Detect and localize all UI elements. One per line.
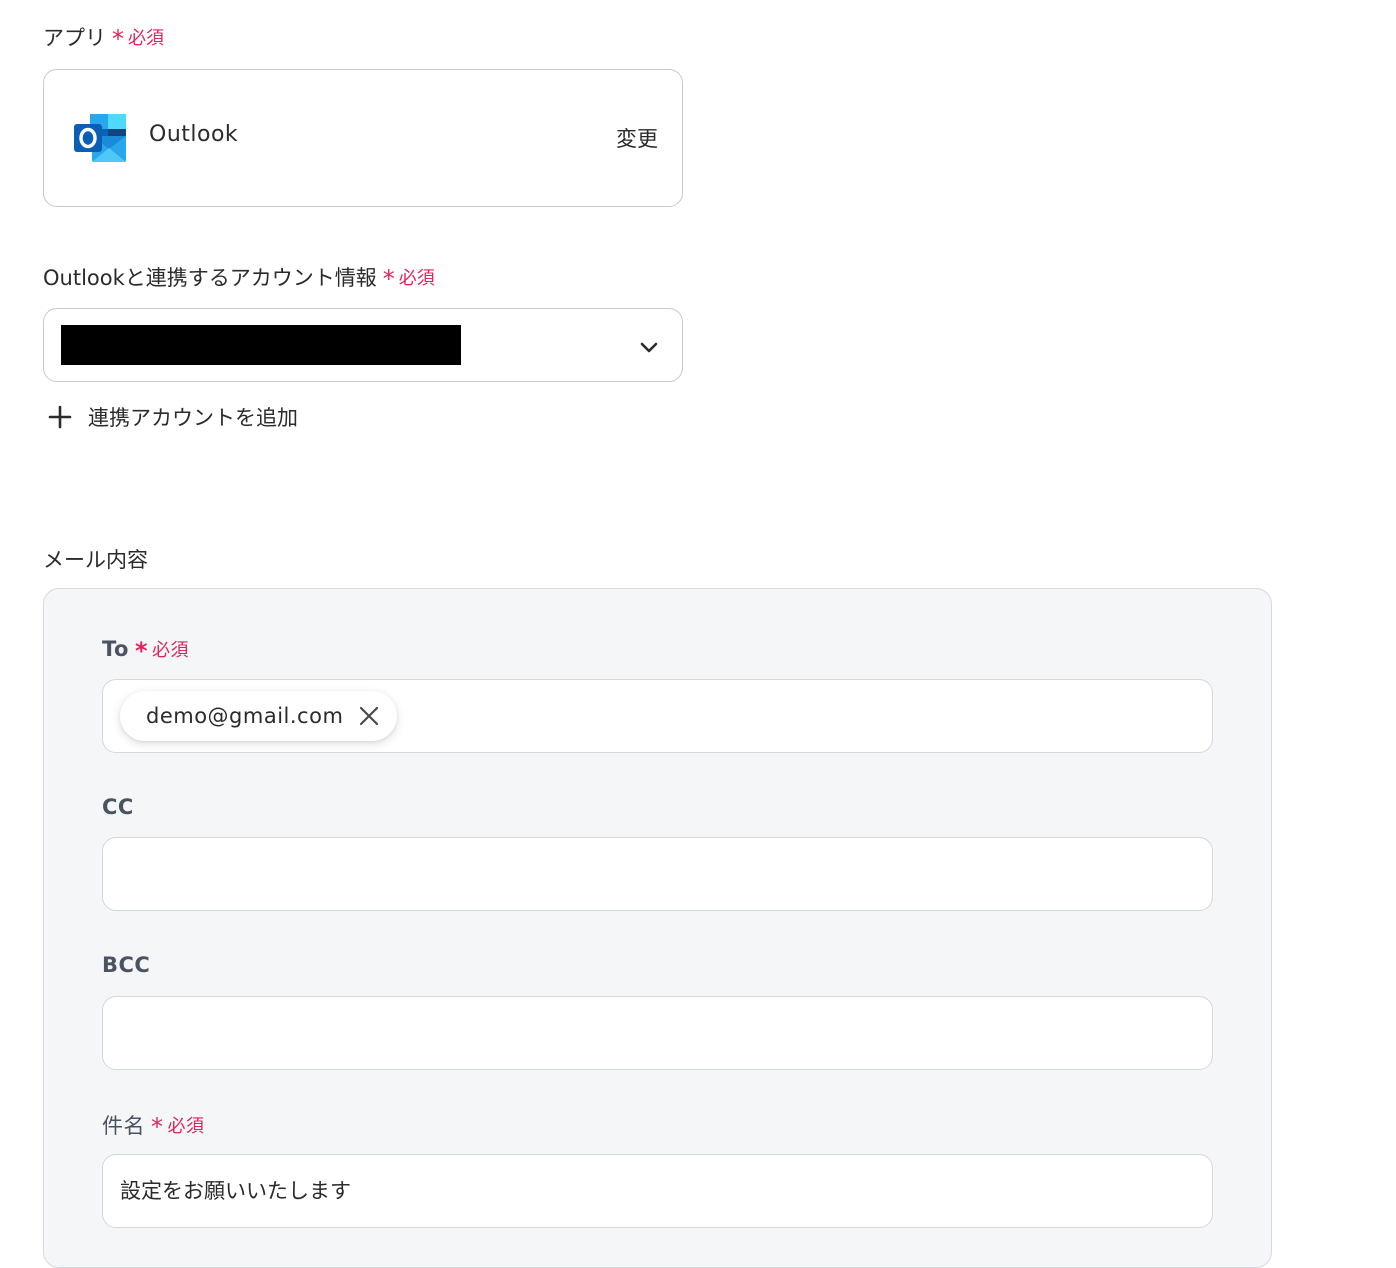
required-star: * (151, 1113, 164, 1141)
change-app-button[interactable]: 変更 (616, 123, 658, 153)
required-text: 必須 (152, 640, 190, 661)
required-star: * (382, 265, 395, 293)
app-card: Outlook 変更 (43, 69, 683, 207)
bcc-label: BCC (102, 953, 150, 977)
bcc-label-text: BCC (102, 953, 151, 977)
app-name: Outlook (149, 122, 239, 147)
app-label: アプリ * 必須 (43, 22, 164, 52)
outlook-icon (74, 112, 128, 164)
subject-label: 件名 * 必須 (102, 1110, 205, 1140)
email-chip-text: demo@gmail.com (146, 704, 344, 728)
subject-input[interactable]: 設定をお願いいたします (102, 1154, 1213, 1228)
add-account-button[interactable]: 連携アカウントを追加 (46, 402, 298, 432)
cc-label-text: CC (102, 795, 134, 819)
to-input[interactable]: demo@gmail.com (102, 679, 1213, 753)
account-select[interactable] (43, 308, 683, 382)
plus-icon (46, 403, 74, 431)
subject-value: 設定をお願いいたします (120, 1179, 351, 1203)
required-text: 必須 (398, 268, 435, 289)
mail-section-title: メール内容 (43, 544, 148, 574)
close-icon[interactable] (357, 704, 381, 728)
bcc-input[interactable] (102, 996, 1213, 1070)
mail-panel: To * 必須 demo@gmail.com CC BCC 件名 * 必須 設定… (43, 588, 1272, 1268)
to-label-text: To (102, 637, 129, 661)
cc-label: CC (102, 795, 134, 819)
add-account-label: 連携アカウントを追加 (88, 406, 298, 430)
required-star: * (112, 25, 124, 53)
redacted-account-value (61, 325, 461, 365)
required-text: 必須 (128, 28, 164, 49)
subject-label-text: 件名 (102, 1114, 145, 1138)
to-label: To * 必須 (102, 636, 190, 665)
mail-section-title-text: メール内容 (43, 548, 148, 572)
chevron-down-icon[interactable] (638, 336, 660, 358)
account-label-text: Outlookと連携するアカウント情報 (43, 266, 377, 290)
required-text: 必須 (167, 1116, 205, 1137)
email-chip: demo@gmail.com (120, 691, 398, 741)
required-star: * (134, 637, 149, 665)
cc-input[interactable] (102, 837, 1213, 911)
app-label-text: アプリ (43, 26, 106, 50)
account-label: Outlookと連携するアカウント情報 * 必須 (43, 262, 435, 292)
